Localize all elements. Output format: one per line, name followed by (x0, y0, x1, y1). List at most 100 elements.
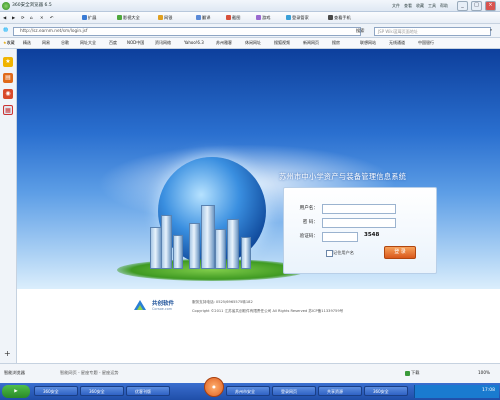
zoom-level[interactable]: 100% (478, 370, 490, 375)
clock: 17:08 (482, 388, 495, 393)
page-viewport: 苏州市中小学资产与装备管理信息系统 用户名： 密 码： 验证码： 3548 记住… (17, 49, 500, 363)
support-phone: 服务支持电话: 0525/6965575转182 (192, 300, 253, 304)
system-title: 苏州市中小学资产与装备管理信息系统 (279, 172, 407, 181)
calendar-icon[interactable]: ▦ (3, 105, 13, 115)
captcha-image[interactable]: 3548 (364, 232, 379, 238)
floating-bubble-icon[interactable]: ● (204, 377, 224, 397)
taskbar-item[interactable]: 优客刊版 (126, 386, 170, 396)
toolbar-video[interactable]: 影视大全 (117, 15, 140, 21)
go-button[interactable]: 搜索 (356, 28, 364, 34)
phone-icon (328, 15, 333, 20)
fav-item[interactable]: 谷歌 (61, 40, 69, 46)
window-title: 360安全浏览器 6.5 (12, 3, 52, 8)
minimize-button[interactable]: _ (457, 1, 468, 11)
stop-button[interactable]: ✕ (40, 15, 44, 20)
fav-item[interactable]: 休闲网址 (245, 40, 261, 46)
brand-domain: Corsoe.com (152, 307, 173, 311)
status-news[interactable]: 智能网页 - 星座专题 - 星座运势 (60, 370, 119, 376)
captcha-input[interactable] (322, 232, 358, 242)
scissors-icon (226, 15, 231, 20)
fav-item[interactable]: 新闻网页 (303, 40, 319, 46)
username-label: 用户名： (299, 206, 318, 211)
taskbar-item[interactable]: 登录网页 (272, 386, 316, 396)
toolbar-phone[interactable]: 查看手机 (328, 15, 351, 21)
taskbar-item[interactable]: 苏州市安全 (226, 386, 270, 396)
captcha-label: 验证码： (299, 234, 318, 239)
taskbar-item[interactable]: 共享资源 (318, 386, 362, 396)
search-input[interactable]: JSP Wiki蓝莓页面地址 (374, 27, 491, 36)
grid-icon (82, 15, 87, 20)
video-icon (117, 15, 122, 20)
fav-item[interactable]: 百度 (109, 40, 117, 46)
toolbar-bank[interactable]: 网银 (158, 15, 172, 21)
favorites-star-button[interactable]: ★收藏 (3, 40, 15, 46)
home-button[interactable]: ⌂ (30, 15, 33, 20)
taskbar-item[interactable]: 360安全 (364, 386, 408, 396)
favorites-bar: ★收藏 精选 网易 谷歌 网址大全 百度 NOD中国 资讯网络 Yahoo!6.… (0, 38, 500, 49)
back-button[interactable]: ◀ (3, 15, 6, 20)
toolbar-screenshot[interactable]: 截图 (226, 15, 240, 21)
copyright-text: Copyright ©2011 江苏省共创软件有限责任公司 All Rights… (192, 309, 344, 313)
key-icon (286, 15, 291, 20)
brand-name: 共创软件 (152, 301, 175, 307)
login-button[interactable]: 登 录 (384, 246, 416, 259)
search-icon[interactable]: ⌕ (490, 27, 492, 32)
browser-logo-icon (2, 1, 10, 10)
browser-toolbar: ◀ ▶ ⟳ ⌂ ✕ ↶ 扩展 影视大全 网银 翻译 截图 游戏 登录管家 查看手… (0, 12, 500, 24)
fav-item[interactable]: NOD中国 (127, 40, 144, 46)
toolbar-login-manager[interactable]: 登录管家 (286, 15, 309, 21)
fav-item[interactable]: 网址大全 (80, 40, 96, 46)
fav-item[interactable]: 搜房 (332, 40, 340, 46)
status-bar: 智能浏览器 智能网页 - 星座专题 - 星座运势 下载 100% (0, 363, 500, 384)
fav-item[interactable]: 无线通道 (389, 40, 405, 46)
taskbar: ▶ 360安全 360安全 优客刊版 ● 苏州市安全 登录网页 共享资源 360… (0, 377, 500, 400)
add-sidebar-button[interactable]: + (4, 349, 11, 358)
menu-view[interactable]: 查看 (404, 3, 412, 9)
start-button[interactable]: ▶ (2, 385, 30, 398)
menu-favorites[interactable]: 收藏 (416, 3, 424, 9)
star-icon[interactable]: ★ (3, 57, 13, 67)
translate-icon (196, 15, 201, 20)
fav-item[interactable]: 搜狐视频 (274, 40, 290, 46)
taskbar-item[interactable]: 360安全 (80, 386, 124, 396)
title-bar: 360安全浏览器 6.5 文件 查看 收藏 工具 帮助 _ □ × (0, 0, 500, 12)
fav-item[interactable]: 精选 (23, 40, 31, 46)
status-text: 智能浏览器 (4, 370, 25, 375)
toolbar-translate[interactable]: 翻译 (196, 15, 210, 21)
remember-checkbox[interactable] (326, 250, 333, 257)
system-tray: 17:08 (414, 385, 499, 398)
eye-icon[interactable]: ◉ (3, 89, 13, 99)
fav-item[interactable]: 网易 (42, 40, 50, 46)
maximize-button[interactable]: □ (471, 1, 482, 11)
password-input[interactable] (322, 218, 396, 228)
menu-tools[interactable]: 工具 (428, 3, 436, 9)
forward-button[interactable]: ▶ (12, 15, 15, 20)
username-input[interactable] (322, 204, 396, 214)
download-button[interactable]: 下载 (405, 370, 419, 376)
fav-item[interactable]: 苏州雅客 (216, 40, 232, 46)
fav-item[interactable]: 联想网站 (360, 40, 376, 46)
toolbar-extensions[interactable]: 扩展 (82, 15, 96, 21)
undo-button[interactable]: ↶ (50, 15, 54, 20)
address-input[interactable]: http://sz.earnm.net/sm/login.jsf (13, 27, 361, 36)
fav-item[interactable]: Yahoo!6.3 (184, 40, 204, 45)
fav-item[interactable]: 资讯网络 (155, 40, 171, 46)
company-logo-icon (134, 300, 146, 310)
page-icon: 🌐 (3, 27, 9, 32)
taskbar-item[interactable]: 360安全 (34, 386, 78, 396)
folder-icon[interactable]: ▤ (3, 73, 13, 83)
menu-file[interactable]: 文件 (392, 3, 400, 9)
close-button[interactable]: × (485, 1, 496, 11)
gamepad-icon (256, 15, 261, 20)
city-buildings (145, 199, 265, 269)
login-panel: 用户名： 密 码： 验证码： 3548 记住用户名 登 录 (283, 187, 437, 274)
download-icon (405, 370, 410, 376)
remember-label: 记住用户名 (333, 250, 354, 255)
fav-item[interactable]: 中国银行 (418, 40, 434, 46)
toolbar-games[interactable]: 游戏 (256, 15, 270, 21)
menu-help[interactable]: 帮助 (440, 3, 448, 9)
refresh-button[interactable]: ⟳ (21, 15, 25, 20)
password-label: 密 码： (302, 220, 318, 225)
bank-icon (158, 15, 163, 20)
sidebar: ★ ▤ ◉ ▦ + (0, 49, 17, 363)
